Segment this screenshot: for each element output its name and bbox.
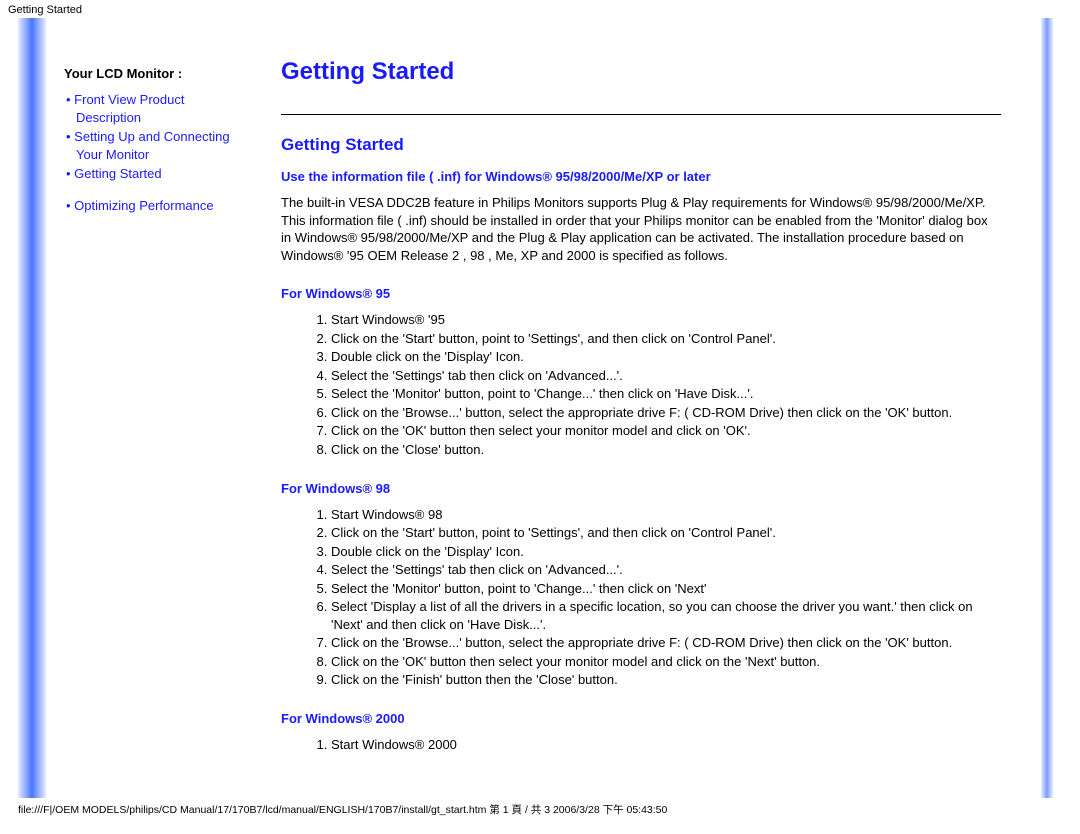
list-item: Click on the 'Finish' button then the 'C… [331, 671, 1001, 689]
intro-paragraph: The built-in VESA DDC2B feature in Phili… [281, 194, 1001, 264]
list-item: Select the 'Settings' tab then click on … [331, 561, 1001, 579]
sidebar-list: Front View Product Description Setting U… [64, 91, 237, 214]
sidebar: Your LCD Monitor : Front View Product De… [46, 18, 241, 798]
sidebar-item-optimizing[interactable]: Optimizing Performance [64, 197, 237, 215]
content-frame: Your LCD Monitor : Front View Product De… [46, 18, 1041, 798]
sidebar-title: Your LCD Monitor : [64, 66, 237, 81]
main-content: Getting Started Getting Started Use the … [241, 18, 1041, 798]
list-item: Click on the 'OK' button then select you… [331, 653, 1001, 671]
list-item: Double click on the 'Display' Icon. [331, 348, 1001, 366]
list-item: Start Windows® 2000 [331, 736, 1001, 754]
win95-steps: Start Windows® '95 Click on the 'Start' … [281, 311, 1001, 458]
list-item: Click on the 'Start' button, point to 'S… [331, 330, 1001, 348]
inf-file-heading: Use the information file ( .inf) for Win… [281, 169, 1001, 184]
list-item: Start Windows® 98 [331, 506, 1001, 524]
section-title: Getting Started [281, 135, 1001, 155]
win2000-heading: For Windows® 2000 [281, 711, 1001, 726]
win95-heading: For Windows® 95 [281, 286, 1001, 301]
sidebar-item-setup[interactable]: Setting Up and Connecting Your Monitor [64, 128, 237, 163]
sidebar-link[interactable]: Optimizing Performance [74, 198, 213, 213]
footer-path: file:///F|/OEM MODELS/philips/CD Manual/… [0, 798, 1080, 823]
sidebar-item-getting-started[interactable]: Getting Started [64, 165, 237, 183]
page-title: Getting Started [281, 58, 1001, 86]
list-item: Click on the 'OK' button then select you… [331, 422, 1001, 440]
win98-heading: For Windows® 98 [281, 481, 1001, 496]
sidebar-link[interactable]: Front View Product Description [74, 92, 184, 125]
sidebar-link[interactable]: Getting Started [74, 166, 161, 181]
list-item: Select 'Display a list of all the driver… [331, 598, 1001, 633]
list-item: Click on the 'Close' button. [331, 441, 1001, 459]
win2000-steps: Start Windows® 2000 [281, 736, 1001, 754]
top-small-title: Getting Started [0, 0, 1080, 18]
sidebar-item-front-view[interactable]: Front View Product Description [64, 91, 237, 126]
win98-steps: Start Windows® 98 Click on the 'Start' b… [281, 506, 1001, 689]
list-item: Start Windows® '95 [331, 311, 1001, 329]
right-border-decor [1041, 18, 1053, 798]
list-item: Double click on the 'Display' Icon. [331, 543, 1001, 561]
page-frame: Your LCD Monitor : Front View Product De… [18, 18, 1053, 798]
left-border-decor [18, 18, 46, 798]
sidebar-link[interactable]: Setting Up and Connecting Your Monitor [74, 129, 229, 162]
divider [281, 114, 1001, 115]
list-item: Select the 'Monitor' button, point to 'C… [331, 580, 1001, 598]
list-item: Click on the 'Browse...' button, select … [331, 634, 1001, 652]
list-item: Select the 'Monitor' button, point to 'C… [331, 385, 1001, 403]
list-item: Click on the 'Start' button, point to 'S… [331, 524, 1001, 542]
list-item: Select the 'Settings' tab then click on … [331, 367, 1001, 385]
list-item: Click on the 'Browse...' button, select … [331, 404, 1001, 422]
